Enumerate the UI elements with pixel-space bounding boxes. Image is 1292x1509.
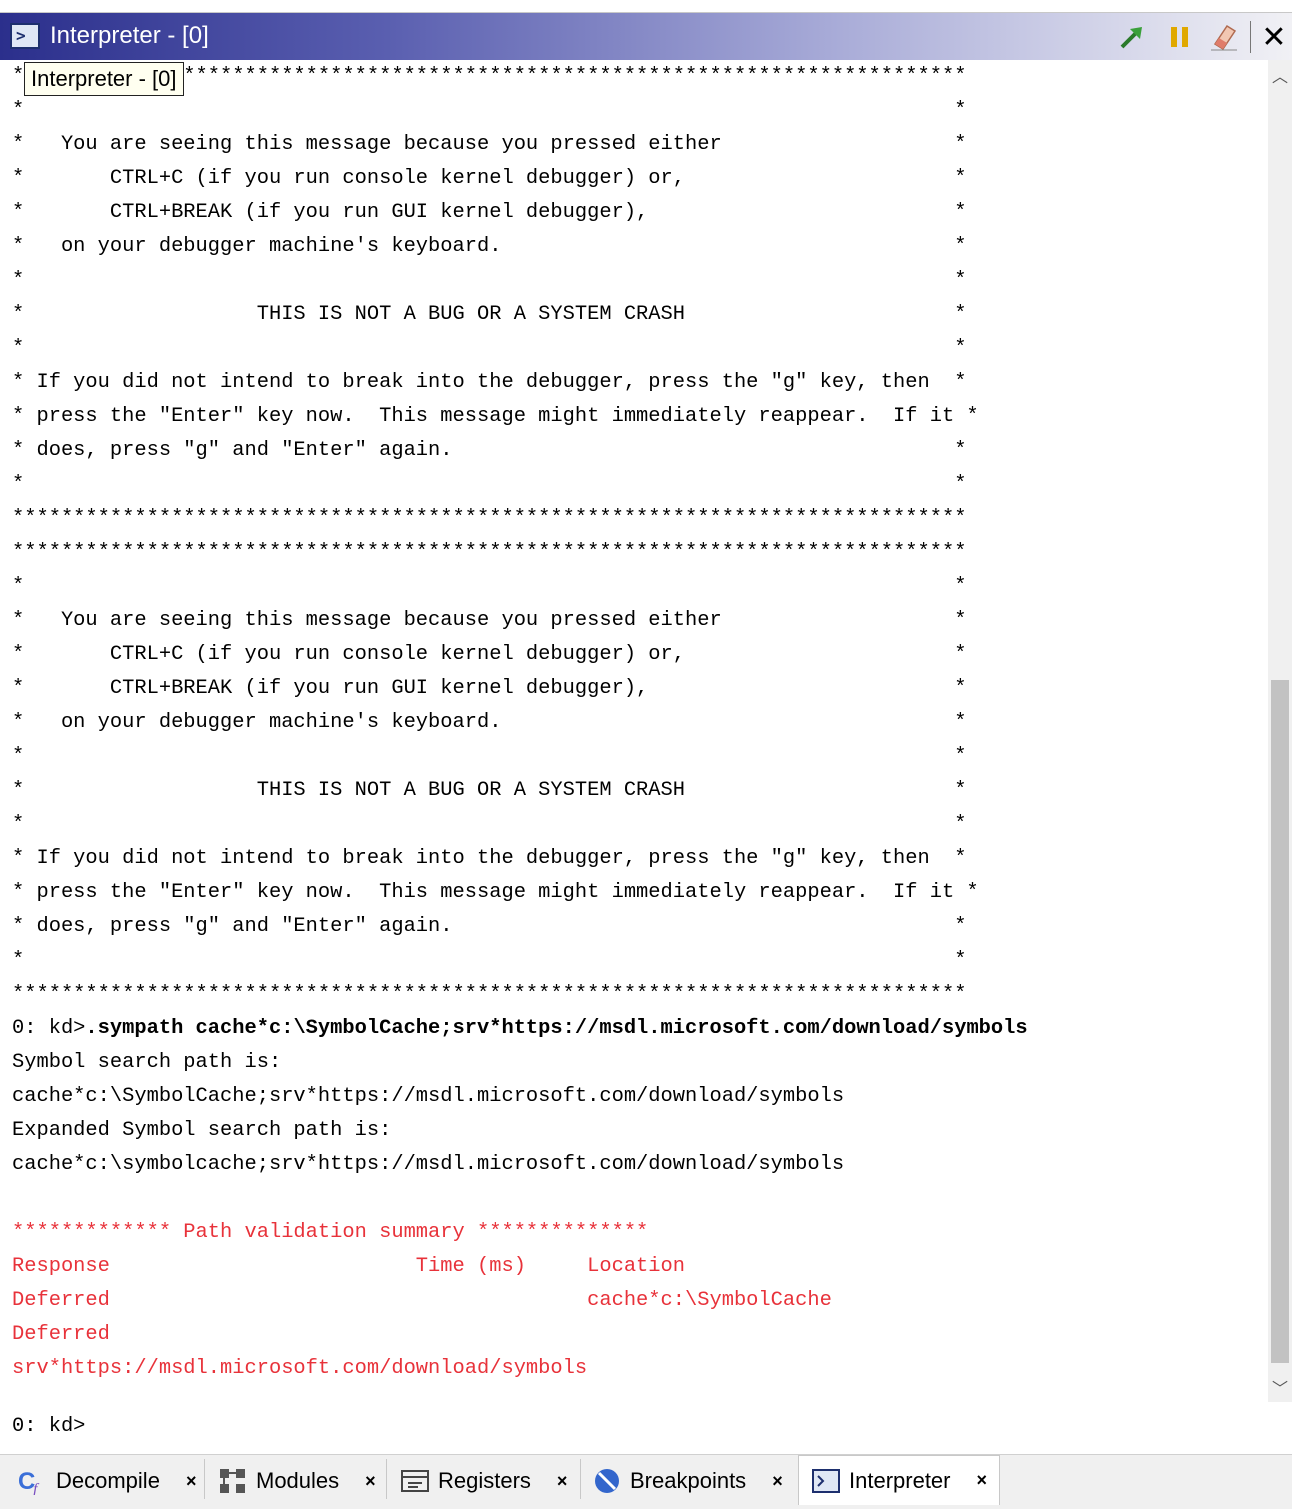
close-icon[interactable]: ✕ <box>1258 20 1290 55</box>
console-line: * on your debugger machine's keyboard. * <box>12 711 967 734</box>
console-line: ****************************************… <box>12 507 967 530</box>
console-line: * on your debugger machine's keyboard. * <box>12 235 967 258</box>
tab-registers[interactable]: Registers × <box>400 1459 567 1503</box>
registers-icon <box>400 1467 430 1495</box>
console-line: * does, press "g" and "Enter" again. * <box>12 915 967 938</box>
title-tooltip: Interpreter - [0] <box>24 62 184 96</box>
validation-line: srv*https://msdl.microsoft.com/download/… <box>12 1357 588 1380</box>
console-line: * press the "Enter" key now. This messag… <box>12 405 979 428</box>
console-line: * * <box>12 269 967 292</box>
tab-decompile[interactable]: Cf Decompile × <box>18 1459 196 1503</box>
console-line: * * <box>12 473 967 496</box>
console-line: ****************************************… <box>12 65 967 88</box>
console-line: * * <box>12 337 967 360</box>
console-window-icon: > <box>10 23 40 49</box>
console-line: * press the "Enter" key now. This messag… <box>12 881 979 904</box>
console-line: * * <box>12 745 967 768</box>
interpreter-icon <box>811 1467 841 1495</box>
output-line: Symbol search path is: <box>12 1051 282 1074</box>
tab-label: Modules <box>256 1468 340 1493</box>
interpreter-output[interactable]: ****************************************… <box>0 60 1268 1402</box>
console-line: * THIS IS NOT A BUG OR A SYSTEM CRASH * <box>12 303 967 326</box>
close-icon[interactable]: × <box>557 1471 568 1492</box>
pause-icon[interactable] <box>1164 21 1196 53</box>
command-prompt: 0: kd> <box>12 1017 86 1040</box>
console-line: * * <box>12 949 967 972</box>
tab-breakpoints[interactable]: Breakpoints × <box>592 1459 783 1503</box>
scroll-thumb[interactable] <box>1271 680 1289 1363</box>
validation-line: Deferred <box>12 1323 110 1346</box>
toolbar-separator <box>1250 21 1251 53</box>
output-line: Expanded Symbol search path is: <box>12 1119 392 1142</box>
input-prompt: 0: kd> <box>12 1415 86 1438</box>
tab-label: Registers <box>438 1468 531 1493</box>
tab-divider <box>580 1459 581 1499</box>
command-text: .sympath cache*c:\SymbolCache;srv*https:… <box>85 1017 1028 1040</box>
console-line: * You are seeing this message because yo… <box>12 133 967 156</box>
console-line: * does, press "g" and "Enter" again. * <box>12 439 967 462</box>
tab-label: Interpreter <box>849 1467 951 1493</box>
close-icon[interactable]: × <box>186 1471 197 1492</box>
console-line: * * <box>12 575 967 598</box>
console-line: * * <box>12 813 967 836</box>
breakpoints-icon <box>592 1467 622 1495</box>
tab-label: Breakpoints <box>630 1468 747 1493</box>
window-title: Interpreter - [0] <box>50 22 209 49</box>
validation-line: Response Time (ms) Location <box>12 1255 686 1278</box>
validation-line: Deferred cache*c:\SymbolCache <box>12 1289 832 1312</box>
console-line: * If you did not intend to break into th… <box>12 371 967 394</box>
console-line: * You are seeing this message because yo… <box>12 609 967 632</box>
decompile-icon: Cf <box>18 1467 48 1495</box>
validation-line: ************* Path validation summary **… <box>12 1221 649 1244</box>
console-line: ****************************************… <box>12 541 967 564</box>
output-line: cache*c:\symbolcache;srv*https://msdl.mi… <box>12 1153 845 1176</box>
modules-icon <box>218 1467 248 1495</box>
console-line: * CTRL+BREAK (if you run GUI kernel debu… <box>12 201 967 224</box>
scroll-up-icon[interactable]: ︿ <box>1268 60 1292 90</box>
console-line: * CTRL+C (if you run console kernel debu… <box>12 167 967 190</box>
command-input[interactable]: 0: kd> <box>12 1410 85 1444</box>
tab-divider <box>386 1459 387 1499</box>
console-line: * * <box>12 99 967 122</box>
tab-divider <box>204 1459 205 1499</box>
console-line: * THIS IS NOT A BUG OR A SYSTEM CRASH * <box>12 779 967 802</box>
console-line: * CTRL+C (if you run console kernel debu… <box>12 643 967 666</box>
title-bar: > Interpreter - [0] ✕ <box>0 12 1292 60</box>
console-line: * If you did not intend to break into th… <box>12 847 967 870</box>
close-icon[interactable]: × <box>365 1471 376 1492</box>
tab-label: Decompile <box>56 1468 160 1493</box>
output-line: cache*c:\SymbolCache;srv*https://msdl.mi… <box>12 1085 845 1108</box>
command-line: 0: kd>.sympath cache*c:\SymbolCache;srv*… <box>12 1012 1268 1046</box>
tab-interpreter[interactable]: Interpreter × <box>798 1455 1001 1505</box>
output-text: ****************************************… <box>0 60 1268 1386</box>
console-line: ****************************************… <box>12 983 967 1006</box>
run-arrow-icon[interactable] <box>1116 21 1148 53</box>
scroll-down-icon[interactable]: ﹀ <box>1268 1372 1292 1402</box>
close-icon[interactable]: × <box>772 1471 783 1492</box>
tab-bar: Cf Decompile × Modules × Registers × Bre… <box>0 1454 1292 1509</box>
close-icon[interactable]: × <box>977 1470 988 1491</box>
clear-eraser-icon[interactable] <box>1208 21 1240 53</box>
svg-text:f: f <box>33 1481 40 1495</box>
tab-modules[interactable]: Modules × <box>218 1459 376 1503</box>
console-line: * CTRL+BREAK (if you run GUI kernel debu… <box>12 677 967 700</box>
vertical-scrollbar[interactable]: ︿ ﹀ <box>1268 60 1292 1402</box>
